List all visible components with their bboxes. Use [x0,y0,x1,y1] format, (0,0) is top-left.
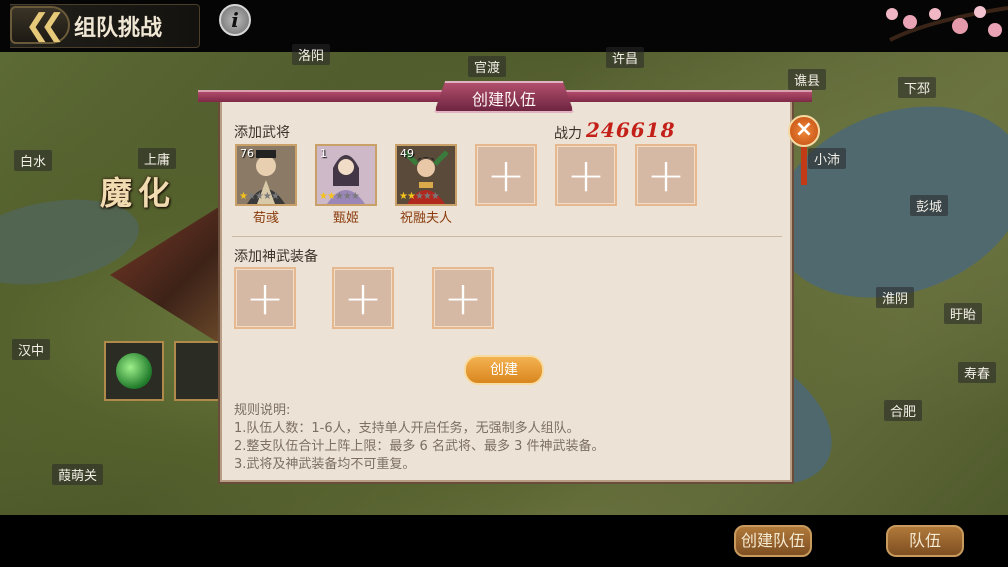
stage-title: 魔化 [100,174,177,212]
hero-card-zhenji[interactable]: 1 ★★★★★ [315,144,377,206]
hero-name: 甄姬 [332,211,359,226]
map-city-shangyong[interactable]: 上庸 [138,148,177,169]
hero-stars: ★★★★★ [399,191,440,202]
add-heroes-label: 添加武将 [234,125,290,141]
hero-name: 祝融夫人 [399,211,452,226]
power-label: 战力 [554,126,582,142]
reward-slot[interactable] [174,341,220,401]
map-city-huaiyin[interactable]: 淮阴 [876,287,915,308]
add-equipment-slot[interactable]: + [332,267,394,329]
plum-blossom-decoration [886,6,1008,42]
plus-icon: + [443,271,483,325]
map-city-guandu[interactable]: 官渡 [468,56,507,77]
close-icon: × [794,117,814,142]
reward-slot[interactable] [104,341,164,401]
add-equipment-slot[interactable]: + [234,267,296,329]
dialog-header: 创建队伍 [198,81,812,113]
green-gem-icon [116,353,152,389]
map-city-xiapi[interactable]: 下邳 [898,77,937,98]
create-team-button[interactable]: 创建队伍 [734,525,812,557]
back-button[interactable]: ❮❮ [10,6,70,44]
info-button[interactable]: i [219,4,251,36]
map-city-xiaopei[interactable]: 小沛 [808,148,847,169]
map-city-xuyi[interactable]: 盱眙 [944,303,983,324]
add-hero-slot[interactable]: + [635,144,697,206]
map-city-jiamengguan[interactable]: 葭萌关 [52,464,104,485]
map-city-xuchang[interactable]: 许昌 [606,47,645,68]
plus-icon: + [566,148,606,202]
plus-icon: + [343,271,383,325]
hero-level: 49 [400,147,414,160]
dialog-title: 创建队伍 [471,90,536,109]
rule-item: 1.队伍人数：1-6人，支持单人开启任务，无强制多人组队。 [234,421,580,436]
map-city-hefei[interactable]: 合肥 [884,400,923,421]
map-city-baishui[interactable]: 白水 [14,150,53,171]
hero-card-zhurong[interactable]: 49 ★★★★★ [395,144,457,206]
team-button[interactable]: 队伍 [886,525,964,557]
hero-level: 76 [240,147,254,160]
power-value: 246618 [586,118,676,142]
hero-level: 1 [320,147,327,160]
map-city-luoyang[interactable]: 洛阳 [292,44,331,65]
double-chevron-left-icon: ❮❮ [24,7,65,43]
hero-stars: ★★★★★ [319,191,360,202]
rule-item: 3.武将及神武装备均不可重复。 [234,457,416,472]
info-icon: i [231,8,239,32]
close-button[interactable]: × [788,115,820,147]
plus-icon: + [245,271,285,325]
hero-name: 荀彧 [252,211,279,226]
add-hero-slot[interactable]: + [555,144,617,206]
plus-icon: + [486,148,526,202]
map-city-hanzhong[interactable]: 汉中 [12,339,51,360]
page-title: 组队挑战 [74,16,163,41]
rule-item: 2.整支队伍合计上阵上限：最多 6 名武将、最多 3 件神武装备。 [234,439,605,454]
divider [232,236,782,237]
map-city-shouchun[interactable]: 寿春 [958,362,997,383]
add-equipment-label: 添加神武装备 [234,249,318,265]
map-city-pengcheng[interactable]: 彭城 [910,195,949,216]
rules-section: 规则说明: 1.队伍人数：1-6人，支持单人开启任务，无强制多人组队。 2.整支… [234,402,604,474]
add-equipment-slot[interactable]: + [432,267,494,329]
rules-title: 规则说明: [234,403,291,418]
create-button[interactable]: 创建 [464,355,544,385]
bottom-bar [0,515,1008,567]
add-hero-slot[interactable]: + [475,144,537,206]
hero-card-xunyu[interactable]: 76 ★★★★★ [235,144,297,206]
plus-icon: + [646,148,686,202]
tassel-decoration [801,147,807,185]
hero-stars: ★★★★★ [239,191,280,202]
top-bar: ❮❮ 组队挑战 i [0,0,1008,52]
